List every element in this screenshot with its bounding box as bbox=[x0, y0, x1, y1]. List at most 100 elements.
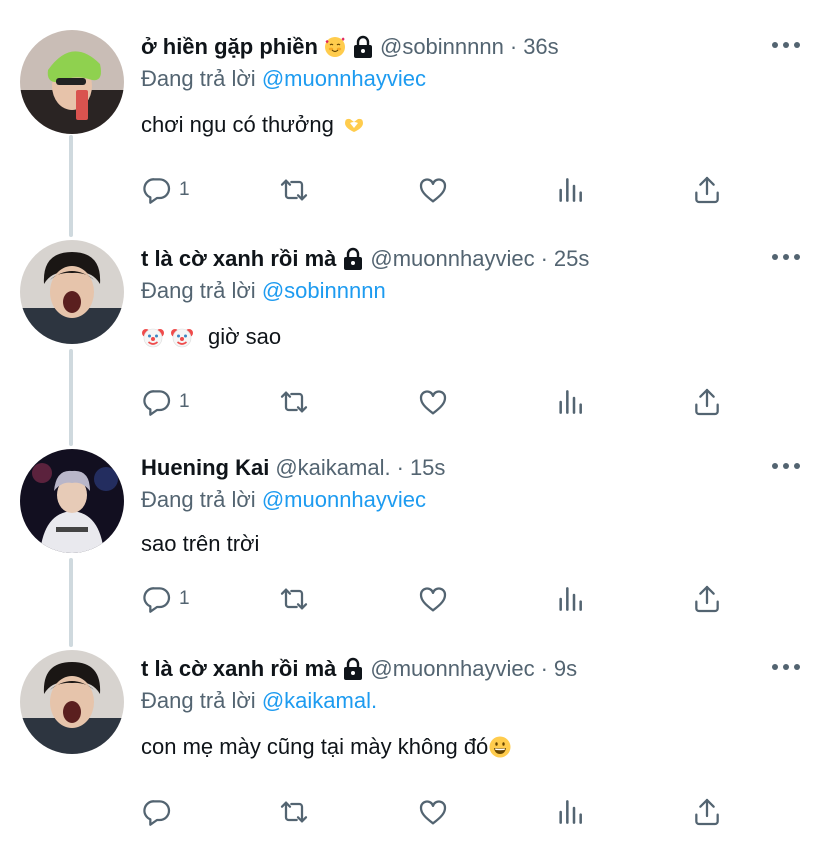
analytics-button[interactable] bbox=[554, 382, 586, 422]
mention-link[interactable]: @muonnhayviec bbox=[262, 487, 426, 512]
grinning-face-icon bbox=[489, 736, 511, 758]
timestamp[interactable]: 15s bbox=[410, 455, 445, 481]
tweet-text: sao trên trời bbox=[141, 531, 259, 557]
more-icon[interactable] bbox=[772, 662, 800, 672]
tweet-header: ở hiền gặp phiền @sobinnnnn · 36s bbox=[141, 32, 559, 62]
more-icon[interactable] bbox=[772, 252, 800, 262]
replying-to-label: Đang trả lời bbox=[141, 487, 256, 512]
tweet-actions: 1 bbox=[0, 170, 828, 210]
timestamp[interactable]: 25s bbox=[554, 246, 589, 272]
mention-link[interactable]: @kaikamal. bbox=[262, 688, 377, 713]
share-button[interactable] bbox=[691, 170, 723, 210]
analytics-button[interactable] bbox=[554, 792, 586, 832]
more-icon[interactable] bbox=[772, 461, 800, 471]
avatar[interactable] bbox=[20, 650, 124, 754]
tweet-header: t là cờ xanh rồi mà @muonnhayviec · 25s bbox=[141, 244, 589, 274]
tweet-actions bbox=[0, 792, 828, 832]
like-icon bbox=[417, 386, 449, 418]
tweet-header: Huening Kai @kaikamal. · 15s bbox=[141, 453, 445, 483]
reply-icon bbox=[141, 796, 173, 828]
separator: · bbox=[509, 34, 518, 59]
timestamp[interactable]: 36s bbox=[523, 34, 558, 60]
replying-to-label: Đang trả lời bbox=[141, 66, 256, 91]
tweet-text-content: con mẹ mày cũng tại mày không đó bbox=[141, 734, 489, 759]
timestamp[interactable]: 9s bbox=[554, 656, 577, 682]
share-icon bbox=[691, 386, 723, 418]
share-button[interactable] bbox=[691, 382, 723, 422]
like-button[interactable] bbox=[417, 579, 449, 619]
reply-button[interactable] bbox=[141, 792, 173, 832]
like-icon bbox=[417, 583, 449, 615]
heart-hands-icon bbox=[344, 118, 363, 132]
tweet-actions: 1 bbox=[0, 382, 828, 422]
clown-face-icon bbox=[142, 328, 164, 348]
separator: · bbox=[540, 656, 548, 681]
reply-count: 1 bbox=[179, 391, 190, 412]
avatar[interactable] bbox=[20, 449, 124, 553]
display-name[interactable]: ở hiền gặp phiền bbox=[141, 34, 318, 60]
replying-to-label: Đang trả lời bbox=[141, 688, 256, 713]
tweet-header: t là cờ xanh rồi mà @muonnhayviec · 9s bbox=[141, 654, 577, 684]
smiling-face-with-hearts-icon bbox=[324, 37, 345, 57]
tweet-text: con mẹ mày cũng tại mày không đó bbox=[141, 734, 512, 760]
mention-link[interactable]: @muonnhayviec bbox=[262, 66, 426, 91]
share-button[interactable] bbox=[691, 579, 723, 619]
analytics-icon bbox=[554, 174, 586, 206]
display-name[interactable]: t là cờ xanh rồi mà bbox=[141, 656, 336, 682]
tweet-text-content: sao trên trời bbox=[141, 531, 260, 556]
replying-to: Đang trả lời @kaikamal. bbox=[141, 688, 377, 714]
analytics-icon bbox=[554, 386, 586, 418]
replying-to: Đang trả lời @sobinnnnn bbox=[141, 278, 386, 304]
lock-icon bbox=[342, 657, 364, 681]
user-handle[interactable]: @kaikamal. bbox=[275, 455, 390, 481]
tweet-text-content: chơi ngu có thưởng bbox=[141, 112, 334, 137]
tweet-text: giờ sao bbox=[141, 324, 281, 350]
like-button[interactable] bbox=[417, 792, 449, 832]
display-name[interactable]: Huening Kai bbox=[141, 455, 269, 481]
avatar[interactable] bbox=[20, 30, 124, 134]
replying-to-label: Đang trả lời bbox=[141, 278, 256, 303]
reply-icon bbox=[141, 386, 173, 418]
retweet-button[interactable] bbox=[278, 170, 310, 210]
like-icon bbox=[417, 174, 449, 206]
retweet-button[interactable] bbox=[278, 792, 310, 832]
tweet-text-content: giờ sao bbox=[208, 324, 282, 349]
retweet-icon bbox=[278, 796, 310, 828]
lock-icon bbox=[342, 247, 364, 271]
like-button[interactable] bbox=[417, 382, 449, 422]
reply-icon bbox=[141, 174, 173, 206]
like-button[interactable] bbox=[417, 170, 449, 210]
retweet-icon bbox=[278, 386, 310, 418]
retweet-icon bbox=[278, 174, 310, 206]
retweet-icon bbox=[278, 583, 310, 615]
avatar[interactable] bbox=[20, 240, 124, 344]
analytics-icon bbox=[554, 583, 586, 615]
reply-button[interactable]: 1 bbox=[141, 382, 190, 422]
tweet-text: chơi ngu có thưởng bbox=[141, 112, 366, 138]
reply-button[interactable]: 1 bbox=[141, 170, 190, 210]
reply-count: 1 bbox=[179, 588, 190, 609]
more-icon[interactable] bbox=[772, 40, 800, 50]
user-handle[interactable]: @muonnhayviec bbox=[370, 246, 534, 272]
analytics-button[interactable] bbox=[554, 579, 586, 619]
user-handle[interactable]: @muonnhayviec bbox=[370, 656, 534, 682]
retweet-button[interactable] bbox=[278, 579, 310, 619]
user-handle[interactable]: @sobinnnnn bbox=[380, 34, 504, 60]
separator: · bbox=[540, 246, 548, 271]
mention-link[interactable]: @sobinnnnn bbox=[262, 278, 386, 303]
like-icon bbox=[417, 796, 449, 828]
share-icon bbox=[691, 583, 723, 615]
tweet-actions: 1 bbox=[0, 579, 828, 619]
reply-icon bbox=[141, 583, 173, 615]
separator: · bbox=[396, 455, 404, 480]
share-button[interactable] bbox=[691, 792, 723, 832]
display-name[interactable]: t là cờ xanh rồi mà bbox=[141, 246, 336, 272]
lock-icon bbox=[352, 35, 374, 59]
retweet-button[interactable] bbox=[278, 382, 310, 422]
reply-button[interactable]: 1 bbox=[141, 579, 190, 619]
analytics-button[interactable] bbox=[554, 170, 586, 210]
share-icon bbox=[691, 174, 723, 206]
replying-to: Đang trả lời @muonnhayviec bbox=[141, 66, 426, 92]
clown-face-icon bbox=[171, 328, 193, 348]
analytics-icon bbox=[554, 796, 586, 828]
